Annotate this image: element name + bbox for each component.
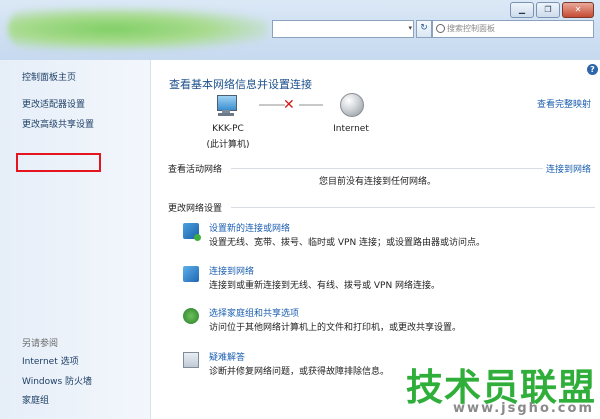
computer-name: KKK-PC: [212, 124, 244, 134]
computer-base: [218, 113, 234, 116]
connection-line-right: [299, 104, 323, 106]
no-network-message: 您目前没有连接到任何网络。: [319, 177, 437, 187]
site-watermark: 技术员联盟 www.jsgho.com: [358, 357, 596, 419]
see-also-title: 另请参阅: [22, 339, 59, 349]
watermark-url: www.jsgho.com: [453, 401, 594, 416]
divider: [231, 207, 595, 208]
connection-line-left: [259, 104, 285, 106]
address-bar[interactable]: ▾: [272, 20, 414, 38]
change-settings-label: 更改网络设置: [168, 204, 223, 214]
sidebar-item-internet-options[interactable]: Internet 选项: [22, 354, 79, 367]
page-title: 查看基本网络信息并设置连接: [169, 78, 312, 91]
computer-icon[interactable]: [213, 93, 239, 119]
minimize-button[interactable]: ▁: [510, 2, 534, 18]
connect-link[interactable]: 连接到网络: [209, 264, 254, 277]
sidebar-item-windows-firewall[interactable]: Windows 防火墙: [22, 374, 92, 387]
internet-globe-icon[interactable]: [340, 93, 364, 117]
computer-subtitle: (此计算机): [206, 140, 250, 150]
computer-screen: [217, 95, 237, 111]
sidebar-item-advanced-sharing[interactable]: 更改高级共享设置: [22, 117, 94, 130]
active-networks-label: 查看活动网络: [168, 165, 223, 175]
title-bar: ▁ ❐ ✕ ▾ ↻: [0, 0, 600, 61]
disconnected-x-icon[interactable]: ✕: [283, 97, 295, 113]
full-map-link[interactable]: 查看完整映射: [537, 97, 591, 110]
connect-network-icon: [183, 266, 199, 282]
task-description: 设置无线、宽带、拨号、临时或 VPN 连接；或设置路由器或访问点。: [209, 238, 486, 248]
refresh-button[interactable]: ↻: [416, 20, 432, 38]
blurred-breadcrumb: [8, 8, 268, 50]
sidebar-item-homegroup[interactable]: 家庭组: [22, 393, 49, 406]
internet-label: Internet: [333, 124, 369, 134]
sidebar: 控制面板主页 更改适配器设置 更改高级共享设置 另请参阅 Internet 选项…: [0, 60, 151, 419]
sidebar-item-change-adapter-settings[interactable]: 更改适配器设置: [22, 97, 85, 110]
search-box[interactable]: [432, 20, 594, 38]
search-icon: [436, 24, 445, 33]
refresh-icon: ↻: [420, 23, 428, 33]
close-button[interactable]: ✕: [562, 2, 594, 18]
sidebar-item-control-panel-home[interactable]: 控制面板主页: [22, 70, 76, 83]
search-input[interactable]: [447, 22, 587, 35]
task-description: 访问位于其他网络计算机上的文件和打印机，或更改共享设置。: [209, 323, 462, 333]
highlight-box: [16, 153, 101, 172]
divider: [231, 168, 543, 169]
new-connection-link[interactable]: 设置新的连接或网络: [209, 221, 290, 234]
task-description: 连接到或重新连接到无线、有线、拨号或 VPN 网络连接。: [209, 281, 441, 291]
troubleshoot-icon: [183, 352, 199, 368]
help-icon[interactable]: ?: [587, 64, 598, 75]
window-controls: ▁ ❐ ✕: [508, 2, 594, 18]
homegroup-sharing-link[interactable]: 选择家庭组和共享选项: [209, 306, 299, 319]
network-setup-icon: [183, 223, 201, 241]
chevron-down-icon[interactable]: ▾: [408, 24, 412, 32]
troubleshoot-link[interactable]: 疑难解答: [209, 350, 245, 363]
homegroup-icon: [183, 308, 199, 324]
maximize-button[interactable]: ❐: [536, 2, 560, 18]
connect-to-network-link[interactable]: 连接到网络: [546, 162, 591, 175]
